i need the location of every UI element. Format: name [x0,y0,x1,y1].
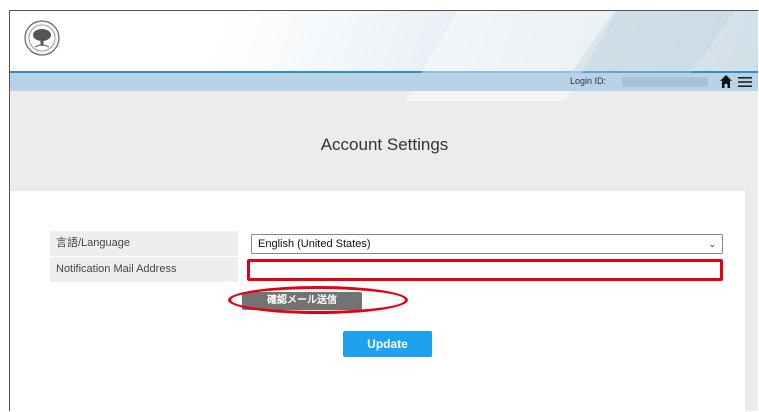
mail-label: Notification Mail Address [50,257,238,282]
login-bar: Login ID: [10,73,758,91]
chevron-down-icon: ⌄ [708,239,716,249]
mail-row: Notification Mail Address [50,257,723,282]
update-button[interactable]: Update [343,331,432,357]
notification-mail-input[interactable] [247,259,723,281]
home-icon[interactable] [720,75,732,88]
language-select[interactable]: English (United States) ⌄ [251,234,723,254]
login-id-value-redacted [622,77,708,87]
language-label: 言語/Language [50,231,238,256]
login-id-label: Login ID: [570,76,607,86]
page-title: Account Settings [320,135,449,154]
highlight-ellipse [228,286,408,314]
app-window: Login ID: Account Settings 言語/Language E… [9,10,758,411]
header-banner [10,11,758,101]
settings-form: 言語/Language English (United States) ⌄ No… [10,191,745,411]
logo-emblem-icon [24,20,60,56]
language-selected-value: English (United States) [258,238,371,250]
hamburger-menu-icon[interactable] [738,76,752,88]
language-row: 言語/Language English (United States) ⌄ [50,231,723,256]
